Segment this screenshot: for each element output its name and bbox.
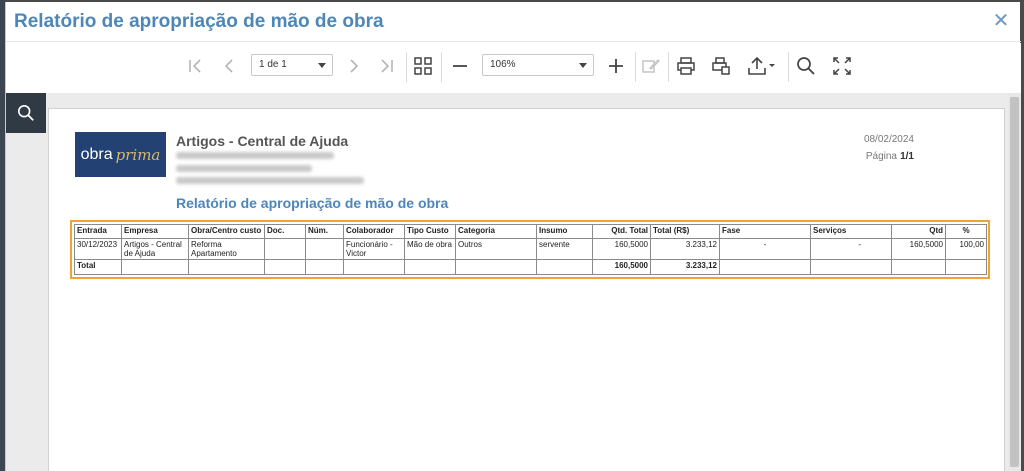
sidebar-search-button[interactable]: [6, 93, 46, 133]
cell-tipo-custo: Mão de obra: [404, 238, 456, 260]
cell-obra: Reforma Apartamento: [188, 238, 265, 260]
page-number: 1/1: [900, 151, 914, 162]
cell-percent: 100,00: [945, 238, 987, 260]
col-qtd-total: Qtd. Total: [592, 224, 651, 239]
redacted-address: [176, 165, 312, 172]
highlighted-table: Entrada Empresa Obra/Centro custo Doc. N…: [70, 220, 990, 279]
close-icon[interactable]: ✕: [991, 10, 1011, 32]
col-entrada: Entrada: [74, 224, 122, 239]
cell-insumo: servente: [536, 238, 593, 260]
redacted-address: [176, 152, 334, 159]
report-dialog: Relatório de apropriação de mão de obra …: [5, 2, 1021, 471]
cell-qtd-total: 160,5000: [592, 238, 651, 260]
table-total-row: Total 160,5000 3.233,12: [74, 259, 987, 275]
report-date: 08/02/2024: [863, 134, 914, 145]
col-empresa: Empresa: [121, 224, 189, 239]
dialog-title: Relatório de apropriação de mão de obra: [14, 11, 384, 32]
page-label: Página: [865, 151, 897, 162]
toolbar-divider: [788, 52, 789, 82]
cell-empresa: Artigos - Central de Ajuda: [121, 238, 189, 260]
zoom-out-icon[interactable]: [449, 55, 471, 77]
first-page-icon[interactable]: [184, 55, 206, 77]
logo-script: prima: [115, 145, 161, 164]
search-icon: [17, 104, 34, 121]
last-page-icon[interactable]: [376, 55, 398, 77]
toolbar-divider: [441, 52, 442, 82]
cell-doc: [264, 238, 306, 260]
report-viewer: obra prima Artigos - Central de Ajuda 08/…: [6, 93, 1021, 471]
cell-fase: -: [719, 238, 811, 260]
toolbar-divider: [635, 52, 636, 82]
col-categoria: Categoria: [455, 224, 537, 239]
report-page: obra prima Artigos - Central de Ajuda 08/…: [48, 108, 1005, 471]
cell-num: [305, 238, 344, 260]
cell-total-valor: 3.233,12: [650, 259, 720, 275]
viewer-toolbar: 1 de 1 106%: [6, 43, 1021, 93]
company-name: Artigos - Central de Ajuda: [176, 133, 349, 149]
dialog-titlebar: Relatório de apropriação de mão de obra …: [6, 2, 1021, 42]
redacted-contact: [176, 177, 364, 184]
report-table: Entrada Empresa Obra/Centro custo Doc. N…: [74, 224, 987, 275]
col-fase: Fase: [719, 224, 811, 239]
col-percent: %: [945, 224, 987, 239]
company-logo: obra prima: [75, 132, 166, 177]
print-icon[interactable]: [675, 55, 697, 77]
fullscreen-icon[interactable]: [831, 55, 853, 77]
report-title: Relatório de apropriação de mão de obra: [176, 195, 449, 211]
zoom-select[interactable]: 106%: [482, 54, 594, 76]
thumbnails-icon[interactable]: [412, 55, 434, 77]
cell-colaborador: Funcionário - Victor: [343, 238, 405, 260]
col-servicos: Serviços: [810, 224, 892, 239]
print-preview-icon[interactable]: [710, 55, 732, 77]
toolbar-divider: [406, 52, 407, 82]
cell-total-rs: 3.233,12: [650, 238, 720, 260]
col-num: Núm.: [305, 224, 344, 239]
col-insumo: Insumo: [536, 224, 593, 239]
toolbar-divider: [668, 52, 669, 82]
prev-page-icon[interactable]: [218, 55, 240, 77]
col-qtd: Qtd: [891, 224, 946, 239]
logo-text: obra: [80, 145, 113, 163]
table-row: 30/12/2023 Artigos - Central de Ajuda Re…: [74, 238, 987, 260]
cell-total-label: Total: [74, 259, 122, 275]
cell-entrada: 30/12/2023: [74, 238, 122, 260]
scrollbar-thumb[interactable]: [1010, 97, 1019, 467]
chevron-down-icon: [318, 63, 326, 68]
zoom-select-value: 106%: [490, 59, 516, 70]
cell-servicos: -: [810, 238, 892, 260]
export-icon[interactable]: [746, 55, 776, 77]
page-select[interactable]: 1 de 1: [251, 54, 333, 76]
edit-icon[interactable]: [640, 55, 662, 77]
col-total-rs: Total (R$): [650, 224, 720, 239]
cell-qtd: 160,5000: [891, 238, 946, 260]
col-tipo-custo: Tipo Custo: [404, 224, 456, 239]
col-colaborador: Colaborador: [343, 224, 405, 239]
search-icon[interactable]: [795, 55, 817, 77]
chevron-down-icon: [579, 63, 587, 68]
col-obra: Obra/Centro custo: [188, 224, 265, 239]
next-page-icon[interactable]: [343, 55, 365, 77]
vertical-scrollbar[interactable]: [1008, 93, 1021, 471]
table-header-row: Entrada Empresa Obra/Centro custo Doc. N…: [74, 224, 987, 239]
cell-total-qtd: 160,5000: [592, 259, 651, 275]
cell-categoria: Outros: [455, 238, 537, 260]
zoom-in-icon[interactable]: [605, 55, 627, 77]
col-doc: Doc.: [264, 224, 306, 239]
page-select-value: 1 de 1: [259, 59, 287, 70]
